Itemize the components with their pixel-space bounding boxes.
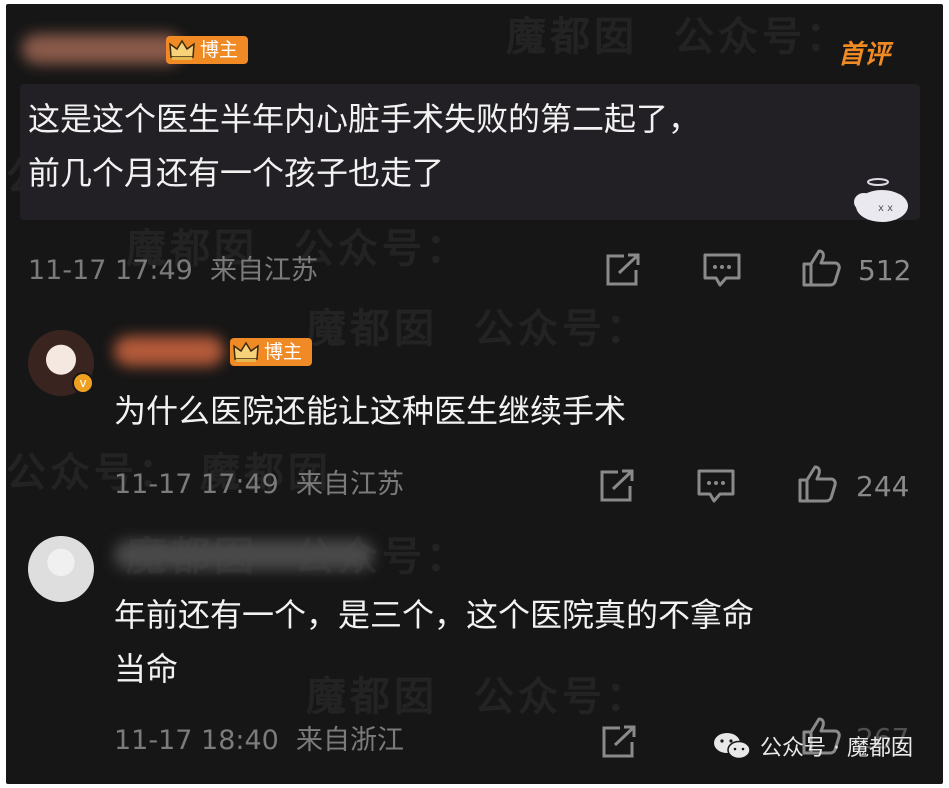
comment-meta: 11-17 17:49 来自江苏 bbox=[114, 469, 405, 500]
verified-icon: v bbox=[72, 372, 94, 394]
comment-text-line: 前几个月还有一个孩子也走了 bbox=[28, 154, 445, 192]
comment-text-line: 为什么医院还能让这种医生继续手术 bbox=[114, 392, 627, 430]
reply-button[interactable] bbox=[702, 252, 742, 288]
comment-text-line: 当命 bbox=[114, 650, 179, 688]
username-blurred[interactable] bbox=[22, 34, 182, 64]
comment-text-line: 年前还有一个，是三个，这个医院真的不拿命 bbox=[114, 596, 755, 634]
like-button[interactable] bbox=[796, 464, 838, 504]
author-badge: 博主 bbox=[230, 338, 313, 366]
like-icon bbox=[802, 249, 841, 287]
share-button[interactable] bbox=[604, 252, 642, 288]
watermark: 魔都囡 公众号： bbox=[306, 674, 650, 720]
avatar[interactable] bbox=[28, 536, 94, 602]
comment-meta: 11-17 17:49 来自江苏 bbox=[28, 255, 319, 286]
share-icon bbox=[600, 469, 634, 502]
share-button[interactable] bbox=[598, 468, 636, 504]
crown-icon bbox=[169, 39, 195, 60]
mascot-sticker: x x bbox=[854, 178, 908, 222]
svg-text:x x: x x bbox=[878, 203, 893, 214]
comment-meta: 11-17 18:40 来自浙江 bbox=[114, 725, 405, 756]
crown-icon bbox=[233, 341, 259, 362]
like-count: 244 bbox=[856, 470, 910, 503]
reply-button[interactable] bbox=[696, 468, 736, 504]
username-blurred[interactable] bbox=[114, 540, 374, 570]
share-icon bbox=[602, 725, 636, 758]
like-count: 512 bbox=[858, 254, 912, 287]
comment-icon bbox=[703, 253, 741, 287]
like-icon bbox=[798, 465, 837, 503]
like-button[interactable] bbox=[800, 248, 842, 288]
share-icon bbox=[606, 253, 640, 286]
wechat-attribution: 公众号 · 魔都囡 bbox=[712, 730, 913, 762]
comment-feed: 魔都囡 公众号： 公众号： 魔都囡 魔都囡 公众号： 魔都囡 公众号： 公众号：… bbox=[6, 4, 943, 784]
top-comment-badge: 首评 bbox=[838, 40, 891, 70]
watermark: 魔都囡 公众号： bbox=[306, 306, 650, 352]
watermark: 魔都囡 公众号： bbox=[506, 14, 850, 60]
author-badge: 博主 bbox=[166, 36, 249, 64]
wechat-icon bbox=[714, 733, 751, 760]
comment-icon bbox=[697, 469, 735, 503]
share-button[interactable] bbox=[600, 724, 638, 760]
wechat-label: 公众号 · 魔都囡 bbox=[760, 736, 913, 761]
username-blurred[interactable] bbox=[114, 336, 224, 366]
comment-text-line: 这是这个医生半年内心脏手术失败的第二起了， bbox=[28, 100, 701, 138]
